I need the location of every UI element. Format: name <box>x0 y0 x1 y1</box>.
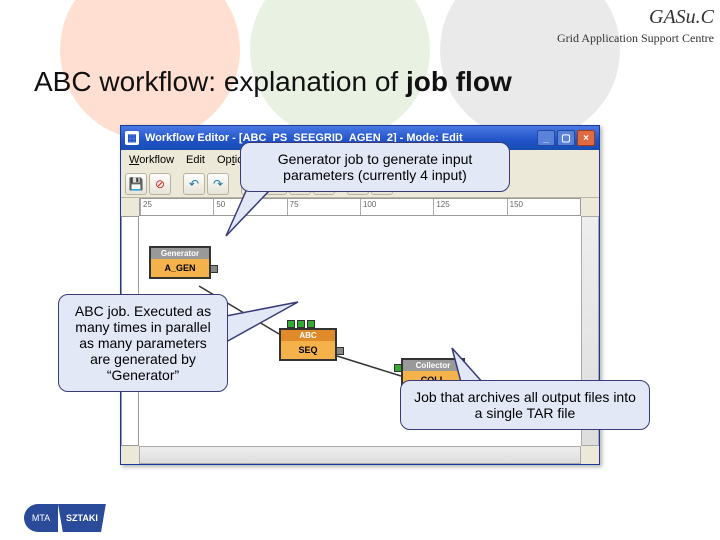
logo-sztaki: SZTAKI <box>58 504 106 532</box>
maximize-button[interactable]: ▢ <box>557 130 575 146</box>
ruler-tick: 75 <box>290 200 299 209</box>
app-icon: ▦ <box>125 131 139 145</box>
callout-generator: Generator job to generate input paramete… <box>240 142 510 192</box>
ruler-tick: 150 <box>510 200 523 209</box>
port-out[interactable] <box>210 265 218 273</box>
node-generator-head: Generator <box>151 248 209 259</box>
menu-workflow[interactable]: WWorkfloworkflow <box>129 154 174 166</box>
tool-save-icon[interactable]: 💾 <box>125 173 147 195</box>
port-in[interactable] <box>394 364 402 372</box>
ruler-tick: 125 <box>436 200 449 209</box>
slide-title: ABC workflow: explanation of job flow <box>34 66 512 98</box>
tool-undo-icon[interactable]: ↶ <box>183 173 205 195</box>
callout-tail <box>222 298 302 348</box>
port-out[interactable] <box>336 347 344 355</box>
close-button[interactable]: × <box>577 130 595 146</box>
tool-close-icon[interactable]: ⊘ <box>149 173 171 195</box>
ruler-tick: 100 <box>363 200 376 209</box>
scrollbar-horizontal[interactable] <box>139 446 581 464</box>
node-generator-body: A_GEN <box>151 259 209 277</box>
logo-title: GASu.C <box>557 6 714 29</box>
ruler-horizontal: 25 50 75 100 125 150 <box>139 198 581 216</box>
minimize-button[interactable]: _ <box>537 130 555 146</box>
logo-mta: MTA <box>24 504 58 532</box>
port-in[interactable] <box>307 320 315 328</box>
slide-title-bold: job flow <box>406 66 512 97</box>
window-buttons: _ ▢ × <box>537 130 595 146</box>
callout-collector: Job that archives all output files into … <box>400 380 650 430</box>
menu-edit[interactable]: Edit <box>186 154 205 166</box>
callout-abc: ABC job. Executed as many times in paral… <box>58 294 228 392</box>
ruler-tick: 25 <box>143 200 152 209</box>
brand-logo: GASu.C Grid Application Support Centre <box>557 6 714 46</box>
footer-logo: MTA SZTAKI <box>24 504 106 532</box>
node-generator[interactable]: Generator A_GEN <box>149 246 211 279</box>
slide-title-pre: ABC workflow: explanation of <box>34 66 406 97</box>
logo-subtitle: Grid Application Support Centre <box>557 31 714 46</box>
